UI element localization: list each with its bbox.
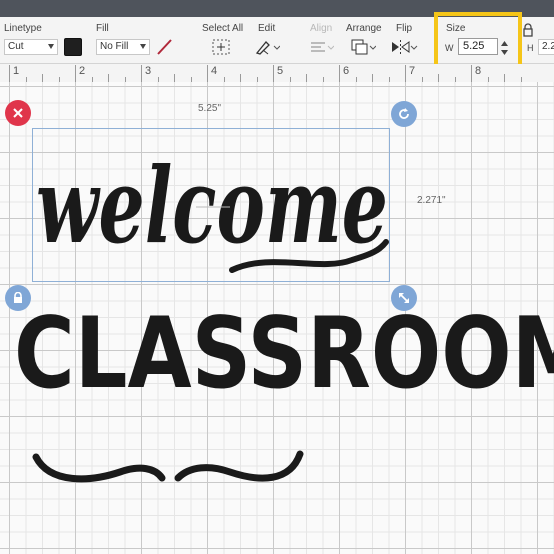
fill-label: Fill [96, 23, 109, 34]
ruler-number: 6 [343, 65, 350, 77]
edit-icon [255, 41, 280, 55]
linetype-label: Linetype [4, 23, 42, 34]
design-artwork[interactable]: welcome CLASSROOM [0, 82, 554, 554]
ruler-minor-tick [438, 74, 439, 82]
ruler-minor-tick [306, 74, 307, 82]
ruler-major-tick [339, 65, 340, 82]
flip-label: Flip [396, 23, 413, 34]
fill-value: No Fill [100, 41, 129, 52]
ruler-minor-tick [240, 74, 241, 82]
arrange-button[interactable] [350, 38, 376, 56]
height-input[interactable]: 2.2 [538, 39, 554, 55]
no-fill-icon [157, 39, 172, 55]
ruler-minor-tick [504, 74, 505, 82]
ruler-number: 5 [277, 65, 284, 77]
ruler-major-tick [9, 65, 10, 82]
ruler-major-tick [75, 65, 76, 82]
flip-icon [392, 40, 418, 54]
fill-select[interactable]: No Fill [96, 39, 150, 55]
edit-label: Edit [258, 23, 276, 34]
height-value: 2.2 [542, 41, 554, 52]
right-swash[interactable] [174, 450, 304, 482]
select-all-button[interactable] [211, 38, 231, 56]
ruler-major-tick [207, 65, 208, 82]
ruler-number: 2 [79, 65, 86, 77]
design-canvas[interactable]: 5.25" 2.271" welcome CLASSROOM [0, 82, 554, 554]
ruler-minor-tick [108, 74, 109, 82]
flip-button[interactable] [390, 38, 418, 56]
linetype-select[interactable]: Cut [4, 39, 58, 55]
classroom-text[interactable]: CLASSROOM [14, 297, 554, 411]
ruler-major-tick [405, 65, 406, 82]
height-label: H [527, 43, 534, 53]
ruler-number: 4 [211, 65, 218, 77]
lock-proportions-button[interactable] [521, 21, 535, 39]
ruler-major-tick [141, 65, 142, 82]
align-button[interactable] [308, 38, 334, 56]
edit-button[interactable] [254, 38, 280, 56]
ruler-major-tick [273, 65, 274, 82]
ruler-minor-tick [42, 74, 43, 82]
select-all-icon [212, 39, 230, 55]
ruler-minor-tick [372, 74, 373, 82]
welcome-text[interactable]: welcome [36, 144, 388, 267]
arrange-icon [351, 39, 376, 55]
ruler-number: 3 [145, 65, 152, 77]
chevron-down-icon [140, 44, 146, 49]
align-icon [311, 42, 334, 52]
ruler-number: 8 [475, 65, 482, 77]
select-all-label: Select All [202, 23, 244, 34]
fill-color-swatch[interactable] [155, 38, 173, 56]
ruler-major-tick [471, 65, 472, 82]
arrange-label: Arrange [346, 23, 382, 34]
linetype-color-swatch[interactable] [64, 38, 82, 56]
horizontal-ruler: 1 2 3 4 5 6 7 8 [0, 64, 554, 83]
align-label: Align [310, 23, 333, 34]
size-highlight-box [434, 12, 522, 69]
ruler-number: 7 [409, 65, 416, 77]
lock-icon [523, 23, 533, 37]
left-swash[interactable] [32, 453, 166, 483]
linetype-value: Cut [8, 41, 24, 52]
ruler-number: 1 [13, 65, 20, 77]
chevron-down-icon [48, 44, 54, 49]
ruler-minor-tick [174, 74, 175, 82]
